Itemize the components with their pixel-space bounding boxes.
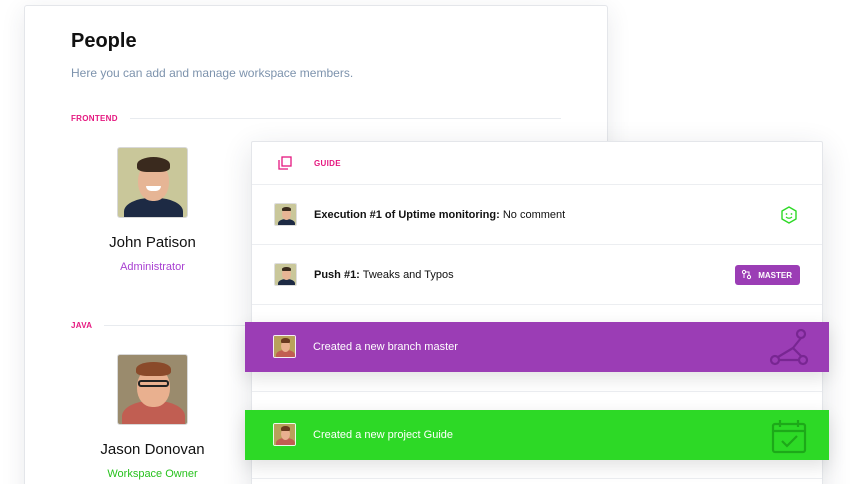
branch-icon [741, 269, 752, 282]
row-divider [252, 478, 822, 479]
branch-network-icon [767, 326, 811, 373]
section-divider [129, 118, 561, 119]
activity-text: Push #1: Tweaks and Typos [314, 269, 454, 281]
activity-text: Execution #1 of Uptime monitoring: No co… [314, 209, 565, 221]
page-title: People [71, 30, 137, 52]
member-name[interactable]: Jason Donovan [85, 441, 220, 458]
activity-title: Execution #1 of Uptime monitoring: [314, 209, 500, 221]
member-card-john-patison[interactable]: John Patison Administrator [85, 147, 220, 273]
activity-comment: Tweaks and Typos [359, 269, 454, 281]
section-frontend: FRONTEND [71, 114, 561, 123]
avatar-jason-donovan-small [273, 335, 296, 358]
avatar-john-patison-small [274, 203, 297, 226]
branch-badge[interactable]: MASTER [735, 265, 800, 285]
row-divider [252, 391, 822, 392]
avatar-jason-donovan-small [273, 423, 296, 446]
activity-band-project-created[interactable]: Created a new project Guide [245, 410, 829, 460]
activity-project-label[interactable]: GUIDE [314, 159, 341, 168]
page-subtitle: Here you can add and manage workspace me… [71, 66, 354, 80]
avatar-john-patison-small [274, 263, 297, 286]
member-role: Administrator [120, 261, 185, 273]
branch-badge-label: MASTER [758, 270, 792, 280]
section-label-frontend: FRONTEND [71, 114, 118, 123]
member-name[interactable]: John Patison [85, 234, 220, 251]
activity-row[interactable]: Push #1: Tweaks and Typos MASTER [252, 245, 822, 305]
avatar-jason-donovan[interactable] [117, 354, 188, 425]
member-role: Workspace Owner [107, 468, 198, 480]
section-label-java: JAVA [71, 321, 93, 330]
activity-row[interactable]: Execution #1 of Uptime monitoring: No co… [252, 185, 822, 245]
calendar-check-icon [767, 416, 811, 461]
band-text: Created a new project Guide [313, 429, 454, 441]
member-card-jason-donovan[interactable]: Jason Donovan Workspace Owner [85, 354, 220, 480]
activity-comment: No comment [499, 209, 566, 221]
activity-header: GUIDE [252, 142, 822, 185]
copy-icon[interactable] [278, 156, 292, 170]
activity-title: Push #1: [314, 269, 360, 281]
avatar-john-patison[interactable] [117, 147, 188, 218]
activity-band-branch-created[interactable]: Created a new branch master [245, 322, 829, 372]
band-text: Created a new branch master [313, 341, 458, 353]
smile-face-icon [780, 206, 798, 224]
